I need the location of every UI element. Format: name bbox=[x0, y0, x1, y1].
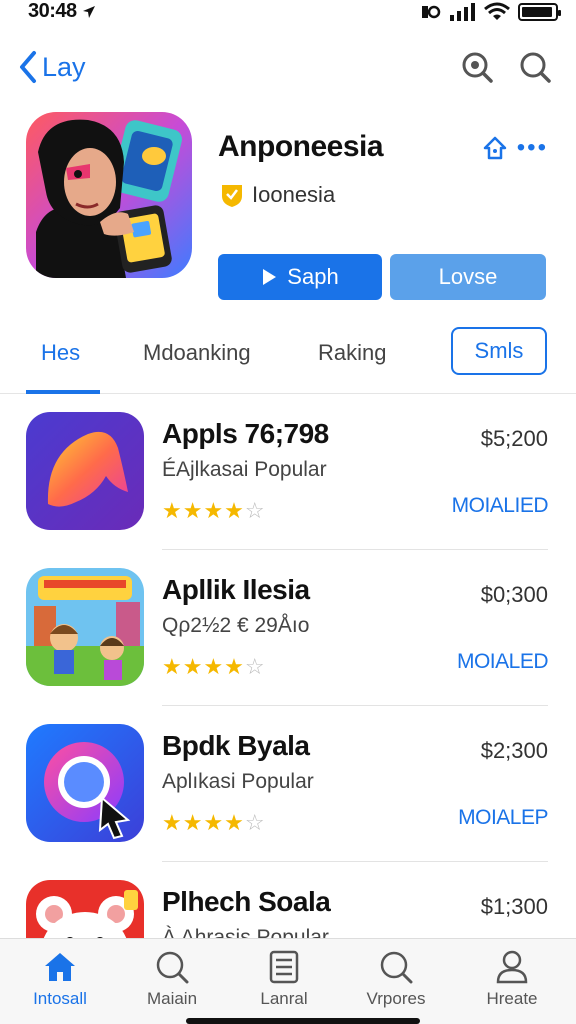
signal-icon bbox=[450, 3, 475, 21]
install-button[interactable]: MOIALEP bbox=[458, 806, 548, 830]
app-icon bbox=[26, 880, 144, 938]
featured-app-icon[interactable] bbox=[26, 112, 192, 278]
title-actions: ••• bbox=[481, 134, 548, 162]
app-icon bbox=[26, 568, 144, 686]
nav-actions bbox=[460, 50, 552, 84]
list-item[interactable]: Plhech Soala À Ahrasis Popular ★★★★☆ $1;… bbox=[0, 862, 576, 938]
more-options-icon[interactable]: ••• bbox=[517, 134, 548, 162]
star-empty-icon: ☆ bbox=[244, 654, 266, 679]
install-button[interactable]: MOIALIED bbox=[452, 494, 549, 518]
share-house-icon[interactable] bbox=[481, 134, 509, 162]
bottom-tab-vrpores[interactable]: Vrpores bbox=[346, 949, 446, 1009]
star-empty-icon: ☆ bbox=[244, 810, 266, 835]
bottom-tab-hreate[interactable]: Hreate bbox=[462, 949, 562, 1009]
app-title: Anponeesia bbox=[218, 130, 384, 163]
tab-smls[interactable]: Smls bbox=[451, 327, 547, 375]
app-name: Bpdk Byala bbox=[162, 730, 310, 761]
app-price: $5;200 bbox=[480, 426, 548, 451]
search-icon bbox=[378, 949, 414, 985]
search-button[interactable] bbox=[518, 50, 552, 84]
bottom-tab-label: Maiain bbox=[146, 989, 198, 1008]
app-icon bbox=[26, 724, 144, 842]
app-category: À Ahrasis Popular bbox=[162, 926, 329, 938]
location-arrow-icon bbox=[82, 5, 95, 18]
navigation-bar: Lay bbox=[0, 40, 576, 96]
bottom-tab-label: Lanral bbox=[260, 989, 308, 1008]
star-rating: ★★★★☆ bbox=[162, 498, 266, 524]
home-indicator bbox=[186, 1018, 420, 1024]
star-rating: ★★★★☆ bbox=[162, 654, 266, 680]
primary-action-label: Saph bbox=[287, 264, 339, 289]
star-empty-icon: ☆ bbox=[244, 498, 266, 523]
bear-icon bbox=[26, 880, 144, 938]
list-item[interactable]: Apllik Ilesia Qρ2½2 € 29Åıo ★★★★☆ $0;300… bbox=[0, 550, 576, 706]
app-header: Anponeesia ••• Ioonesia Saph Lovse bbox=[0, 110, 576, 310]
app-price: $2;300 bbox=[480, 738, 548, 763]
app-price: $1;300 bbox=[480, 894, 548, 919]
list-icon bbox=[266, 949, 302, 985]
lens-cursor-icon bbox=[26, 724, 144, 842]
status-time: 30:48 bbox=[28, 0, 96, 23]
primary-action-button[interactable]: Saph bbox=[218, 254, 382, 300]
star-icon: ★★★★ bbox=[162, 810, 245, 835]
secondary-action-button[interactable]: Lovse bbox=[390, 254, 546, 300]
status-time-text: 30:48 bbox=[28, 0, 77, 22]
battery-icon bbox=[518, 3, 561, 21]
gradient-a-icon bbox=[26, 412, 144, 530]
bottom-tab-label: Intosall bbox=[33, 989, 87, 1008]
app-name: Apllik Ilesia bbox=[162, 574, 310, 605]
search-icon bbox=[520, 52, 551, 83]
status-bar: 30:48 bbox=[0, 0, 576, 28]
person-icon bbox=[494, 949, 530, 985]
developer-row: Ioonesia bbox=[220, 182, 335, 208]
segment-tabs: Hes Mdoanking Raking Smls bbox=[0, 322, 576, 394]
tab-raking[interactable]: Raking bbox=[318, 340, 386, 366]
search-icon bbox=[154, 949, 190, 985]
list-item[interactable]: Appls 76;798 ÉAjlkasai Popular ★★★★☆ $5;… bbox=[0, 394, 576, 550]
tab-hes[interactable]: Hes bbox=[41, 340, 80, 366]
star-rating: ★★★★☆ bbox=[162, 810, 266, 836]
app-category: ÉAjlkasai Popular bbox=[162, 458, 327, 481]
wifi-icon bbox=[484, 2, 510, 20]
app-icon bbox=[26, 412, 144, 530]
app-subtitle: Ioonesia bbox=[252, 182, 336, 207]
kids-game-icon bbox=[26, 568, 144, 686]
app-list: Appls 76;798 ÉAjlkasai Popular ★★★★☆ $5;… bbox=[0, 394, 576, 938]
star-icon: ★★★★ bbox=[162, 498, 245, 523]
magnify-target-icon bbox=[462, 52, 493, 83]
app-name: Plhech Soala bbox=[162, 886, 331, 917]
app-price: $0;300 bbox=[480, 582, 548, 607]
bottom-tab-label: Hreate bbox=[486, 989, 538, 1008]
list-item[interactable]: Bpdk Byala Aplıkasi Popular ★★★★☆ $2;300… bbox=[0, 706, 576, 862]
bottom-tab-label: Vrpores bbox=[366, 989, 426, 1008]
shield-badge-icon bbox=[222, 185, 242, 207]
star-icon: ★★★★ bbox=[162, 654, 245, 679]
tab-mdoanking[interactable]: Mdoanking bbox=[143, 340, 251, 366]
app-name: Appls 76;798 bbox=[162, 418, 329, 449]
app-category: Qρ2½2 € 29Åıo bbox=[162, 614, 310, 637]
install-button[interactable]: MOIALED bbox=[457, 650, 549, 674]
discover-button[interactable] bbox=[460, 50, 494, 84]
play-icon bbox=[263, 269, 277, 285]
chevron-left-icon bbox=[20, 51, 36, 83]
bottom-tab-lanral[interactable]: Lanral bbox=[234, 949, 334, 1009]
status-icons bbox=[418, 2, 561, 22]
back-button[interactable]: Lay bbox=[18, 50, 86, 84]
secondary-action-label: Lovse bbox=[438, 264, 498, 289]
character-artwork-icon bbox=[26, 112, 192, 278]
app-category: Aplıkasi Popular bbox=[162, 770, 314, 793]
lock-rotation-icon bbox=[422, 5, 441, 19]
bottom-tab-bar: Intosall Maiain Lanral Vrpores Hreate bbox=[0, 938, 576, 1024]
bottom-tab-intosall[interactable]: Intosall bbox=[10, 949, 110, 1009]
bottom-tab-maiain[interactable]: Maiain bbox=[122, 949, 222, 1009]
back-label: Lay bbox=[42, 51, 86, 82]
home-icon bbox=[42, 949, 78, 985]
